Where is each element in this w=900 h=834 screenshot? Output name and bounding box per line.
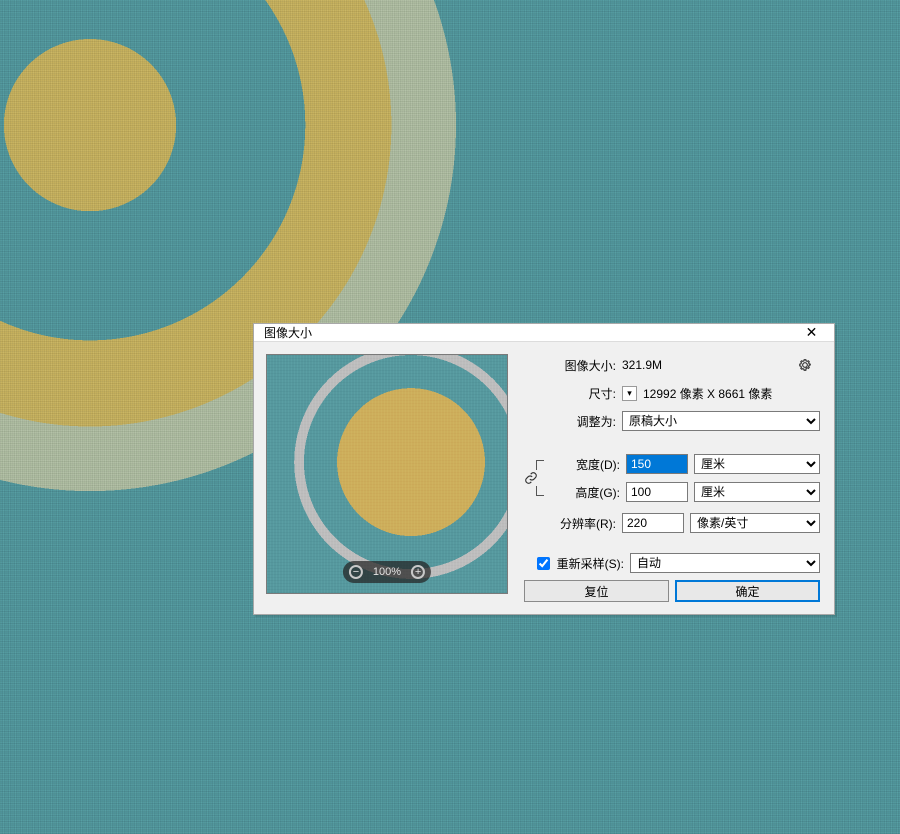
image-size-label: 图像大小: <box>524 357 616 374</box>
fit-to-select[interactable]: 原稿大小 <box>622 411 820 431</box>
zoom-in-button[interactable]: + <box>411 565 425 579</box>
dimensions-unit-flyout[interactable]: ▾ <box>622 386 637 401</box>
close-button[interactable]: ✕ <box>789 324 834 341</box>
gear-button[interactable] <box>796 356 814 374</box>
width-unit-select[interactable]: 厘米 <box>694 454 820 474</box>
resolution-input[interactable] <box>622 513 684 533</box>
gear-icon <box>798 358 812 372</box>
resolution-unit-select[interactable]: 像素/英寸 <box>690 513 820 533</box>
resample-method-select[interactable]: 自动 <box>630 553 820 573</box>
constrain-proportions[interactable] <box>524 450 542 506</box>
fit-to-label: 调整为: <box>524 413 616 430</box>
resample-label[interactable]: 重新采样(S): <box>557 555 624 572</box>
image-size-value: 321.9M <box>622 358 662 372</box>
dialog-titlebar[interactable]: 图像大小 ✕ <box>254 324 834 342</box>
dialog-title: 图像大小 <box>264 324 789 341</box>
height-label: 高度(G): <box>548 484 620 501</box>
zoom-out-button[interactable]: − <box>349 565 363 579</box>
width-label: 宽度(D): <box>548 456 620 473</box>
height-input[interactable] <box>626 482 688 502</box>
image-size-dialog: 图像大小 ✕ − 100% + 图像大小: 321.9M <box>253 323 835 615</box>
resample-checkbox[interactable] <box>537 557 550 570</box>
width-input[interactable] <box>626 454 688 474</box>
reset-button[interactable]: 复位 <box>524 580 669 602</box>
dimensions-label: 尺寸: <box>524 385 616 402</box>
height-unit-select[interactable]: 厘米 <box>694 482 820 502</box>
ok-button[interactable]: 确定 <box>675 580 820 602</box>
image-size-form: 图像大小: 321.9M 尺寸: ▾ 12992 像素 X 8661 像素 调整… <box>524 354 820 604</box>
resolution-label: 分辨率(R): <box>524 515 616 532</box>
link-icon <box>522 469 540 487</box>
zoom-level: 100% <box>373 566 401 578</box>
preview-thumbnail[interactable]: − 100% + <box>266 354 508 594</box>
close-icon: ✕ <box>806 324 818 341</box>
zoom-control: − 100% + <box>343 561 431 583</box>
dimensions-value: 12992 像素 X 8661 像素 <box>643 385 772 402</box>
